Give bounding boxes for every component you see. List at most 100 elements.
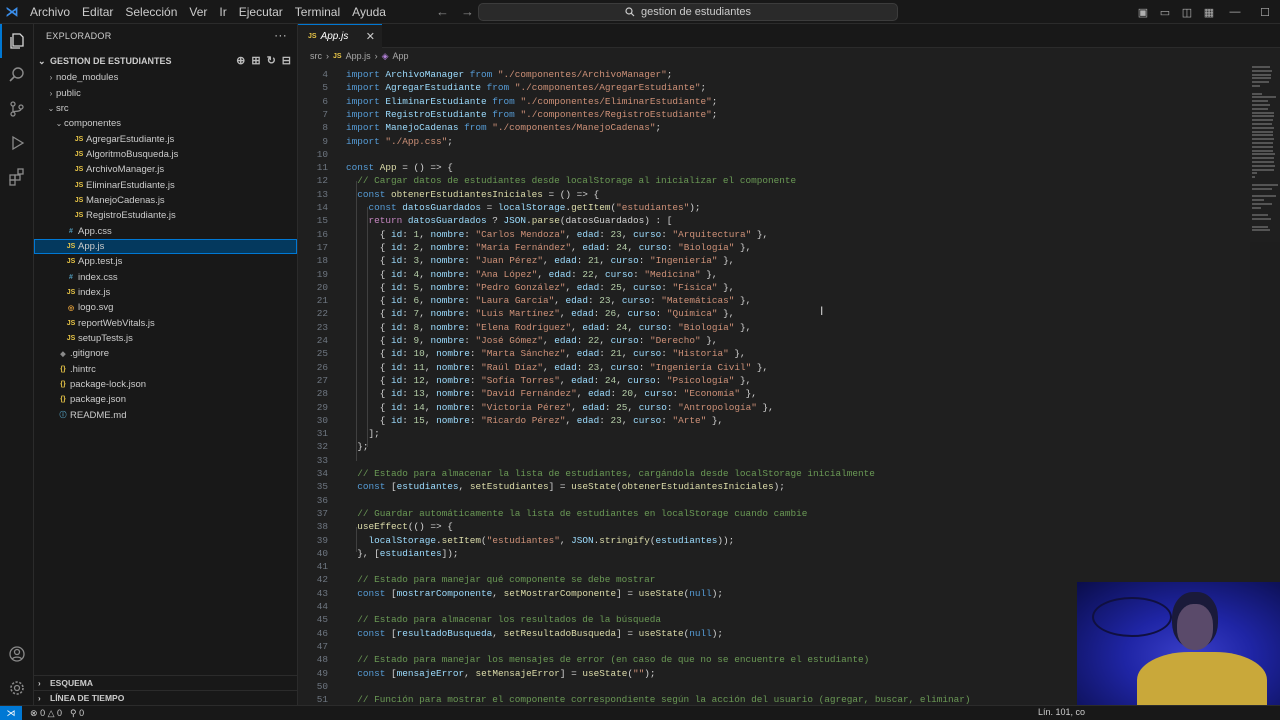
tree-file[interactable]: JS ManejoCadenas.js [34, 193, 297, 208]
tree-file[interactable]: # App.css [34, 223, 297, 238]
new-folder-icon[interactable]: ⊞ [251, 54, 260, 67]
maximize-icon[interactable]: ☐ [1250, 0, 1280, 24]
code-token: : [661, 348, 673, 360]
extensions-icon[interactable] [0, 160, 34, 194]
tree-file[interactable]: JS reportWebVitals.js [34, 316, 297, 331]
code-token: , [571, 241, 583, 253]
toggle-secondary-sidebar-icon[interactable]: ◫ [1176, 0, 1198, 24]
tree-file[interactable]: JS App.js [34, 238, 297, 255]
code-token: : [469, 388, 482, 400]
code-token: : [402, 321, 414, 333]
tree-file[interactable]: JS EliminarEstudiante.js [34, 177, 297, 192]
menu-archivo[interactable]: Archivo [24, 0, 76, 24]
tree-folder[interactable]: ⌄ src [34, 101, 297, 116]
code-token: : [571, 268, 583, 280]
line-number: 22 [316, 308, 328, 320]
css-file-icon: # [69, 227, 73, 235]
code-token: "Laura García" [475, 295, 555, 307]
toggle-sidebar-icon[interactable]: ▣ [1132, 0, 1154, 24]
settings-gear-icon[interactable] [0, 671, 34, 705]
tree-file[interactable]: JS AlgoritmoBusqueda.js [34, 147, 297, 162]
breadcrumb-symbol[interactable]: App [393, 51, 409, 61]
problems-indicator[interactable]: ⊗ 0 △ 0 [30, 708, 62, 719]
timeline-section-header[interactable]: › LÍNEA DE TIEMPO [34, 690, 297, 705]
code-line: 45 // Estado para almacenar los resultad… [298, 613, 661, 626]
tree-file[interactable]: {} package-lock.json [34, 377, 297, 392]
tree-file[interactable]: JS ArchivoManager.js [34, 162, 297, 177]
code-token: , [537, 268, 549, 280]
search-icon [625, 7, 635, 17]
code-token: nombre [430, 295, 465, 307]
close-tab-icon[interactable]: ✕ [366, 30, 375, 43]
menu-ayuda[interactable]: Ayuda [346, 0, 392, 24]
code-token: "Economía" [683, 388, 740, 400]
toggle-panel-icon[interactable]: ▭ [1154, 0, 1176, 24]
tree-folder[interactable]: ⌄ componentes [34, 116, 297, 131]
code-token: : [402, 308, 414, 320]
refresh-icon[interactable]: ↻ [267, 54, 276, 67]
minimize-icon[interactable]: — [1220, 0, 1250, 24]
code-line: 41 [298, 560, 346, 573]
tree-file[interactable]: JS index.js [34, 285, 297, 300]
tree-file[interactable]: ◆ .gitignore [34, 346, 297, 361]
back-arrow-icon[interactable]: ← [436, 0, 449, 24]
ports-indicator[interactable]: ⚲ 0 [70, 708, 84, 719]
customize-layout-icon[interactable]: ▦ [1198, 0, 1220, 24]
remote-indicator-icon[interactable]: ⋊ [0, 705, 22, 720]
code-token: , [565, 414, 577, 426]
menu-ejecutar[interactable]: Ejecutar [233, 0, 289, 24]
new-file-icon[interactable]: ⊕ [236, 54, 245, 67]
project-folder-header[interactable]: ⌄ GESTION DE ESTUDIANTES ⊕ ⊞ ↻ ⊟ [34, 52, 297, 70]
code-line: 21 { id: 6, nombre: "Laura García", edad… [298, 294, 752, 307]
code-token: : [402, 414, 414, 426]
tree-file[interactable]: ⓘ README.md [34, 408, 297, 423]
tree-file[interactable]: # index.css [34, 269, 297, 284]
tree-file[interactable]: JS AgregarEstudiante.js [34, 131, 297, 146]
code-token: ); [711, 627, 724, 639]
code-line: 26 { id: 11, nombre: "Raúl Díaz", edad: … [298, 361, 768, 374]
git-file-icon: ◆ [60, 350, 66, 358]
source-control-icon[interactable] [0, 92, 34, 126]
breadcrumb-src[interactable]: src [310, 51, 322, 61]
breadcrumb-file[interactable]: App.js [346, 51, 371, 61]
account-icon[interactable] [0, 637, 34, 671]
tree-file[interactable]: ◎ logo.svg [34, 300, 297, 315]
menu-seleccion[interactable]: Selección [119, 0, 183, 24]
tab-app-js[interactable]: JS App.js ✕ [298, 24, 382, 48]
cursor-position[interactable]: Lín. 101, co [1038, 707, 1085, 717]
tree-file[interactable]: {} package.json [34, 392, 297, 407]
tree-file[interactable]: JS setupTests.js [34, 331, 297, 346]
code-token: "Biología" [678, 241, 735, 253]
command-center-search[interactable]: gestion de estudiantes [478, 3, 898, 21]
collapse-all-icon[interactable]: ⊟ [282, 54, 291, 67]
line-number: 14 [316, 202, 328, 213]
more-actions-icon[interactable]: ··· [274, 28, 287, 42]
tree-file[interactable]: JS App.test.js [34, 254, 297, 269]
file-tree: › node_modules › public ⌄ src ⌄ componentes JS Ag… [34, 70, 297, 423]
minimap[interactable] [1250, 62, 1280, 242]
explorer-icon[interactable] [0, 24, 34, 58]
forward-arrow-icon[interactable]: → [461, 0, 474, 24]
js-file-icon: JS [74, 196, 84, 204]
code-token: , [599, 361, 611, 373]
line-number: 47 [316, 640, 328, 652]
menu-ver[interactable]: Ver [183, 0, 213, 24]
minimap-line [1252, 214, 1268, 217]
tree-file[interactable]: {} .hintrc [34, 362, 297, 377]
menu-terminal[interactable]: Terminal [289, 0, 346, 24]
tree-file[interactable]: JS RegistroEstudiante.js [34, 208, 297, 223]
tree-folder[interactable]: › public [34, 85, 297, 100]
line-number: 4 [322, 69, 328, 80]
search-icon[interactable] [0, 58, 34, 92]
outline-section-header[interactable]: › ESQUEMA [34, 675, 297, 690]
tree-folder[interactable]: › node_modules [34, 70, 297, 85]
title-bar: ⋊ Archivo Editar Selección Ver Ir Ejecut… [0, 0, 1280, 24]
code-line: 8 import ManejoCadenas from "./componente… [298, 121, 661, 134]
chevron-right-icon: › [38, 693, 41, 703]
code-token: }, [728, 348, 746, 360]
code-token: : [464, 295, 476, 307]
menu-ir[interactable]: Ir [213, 0, 232, 24]
menu-editar[interactable]: Editar [76, 0, 119, 24]
code-token: : [464, 281, 476, 293]
run-debug-icon[interactable] [0, 126, 34, 160]
